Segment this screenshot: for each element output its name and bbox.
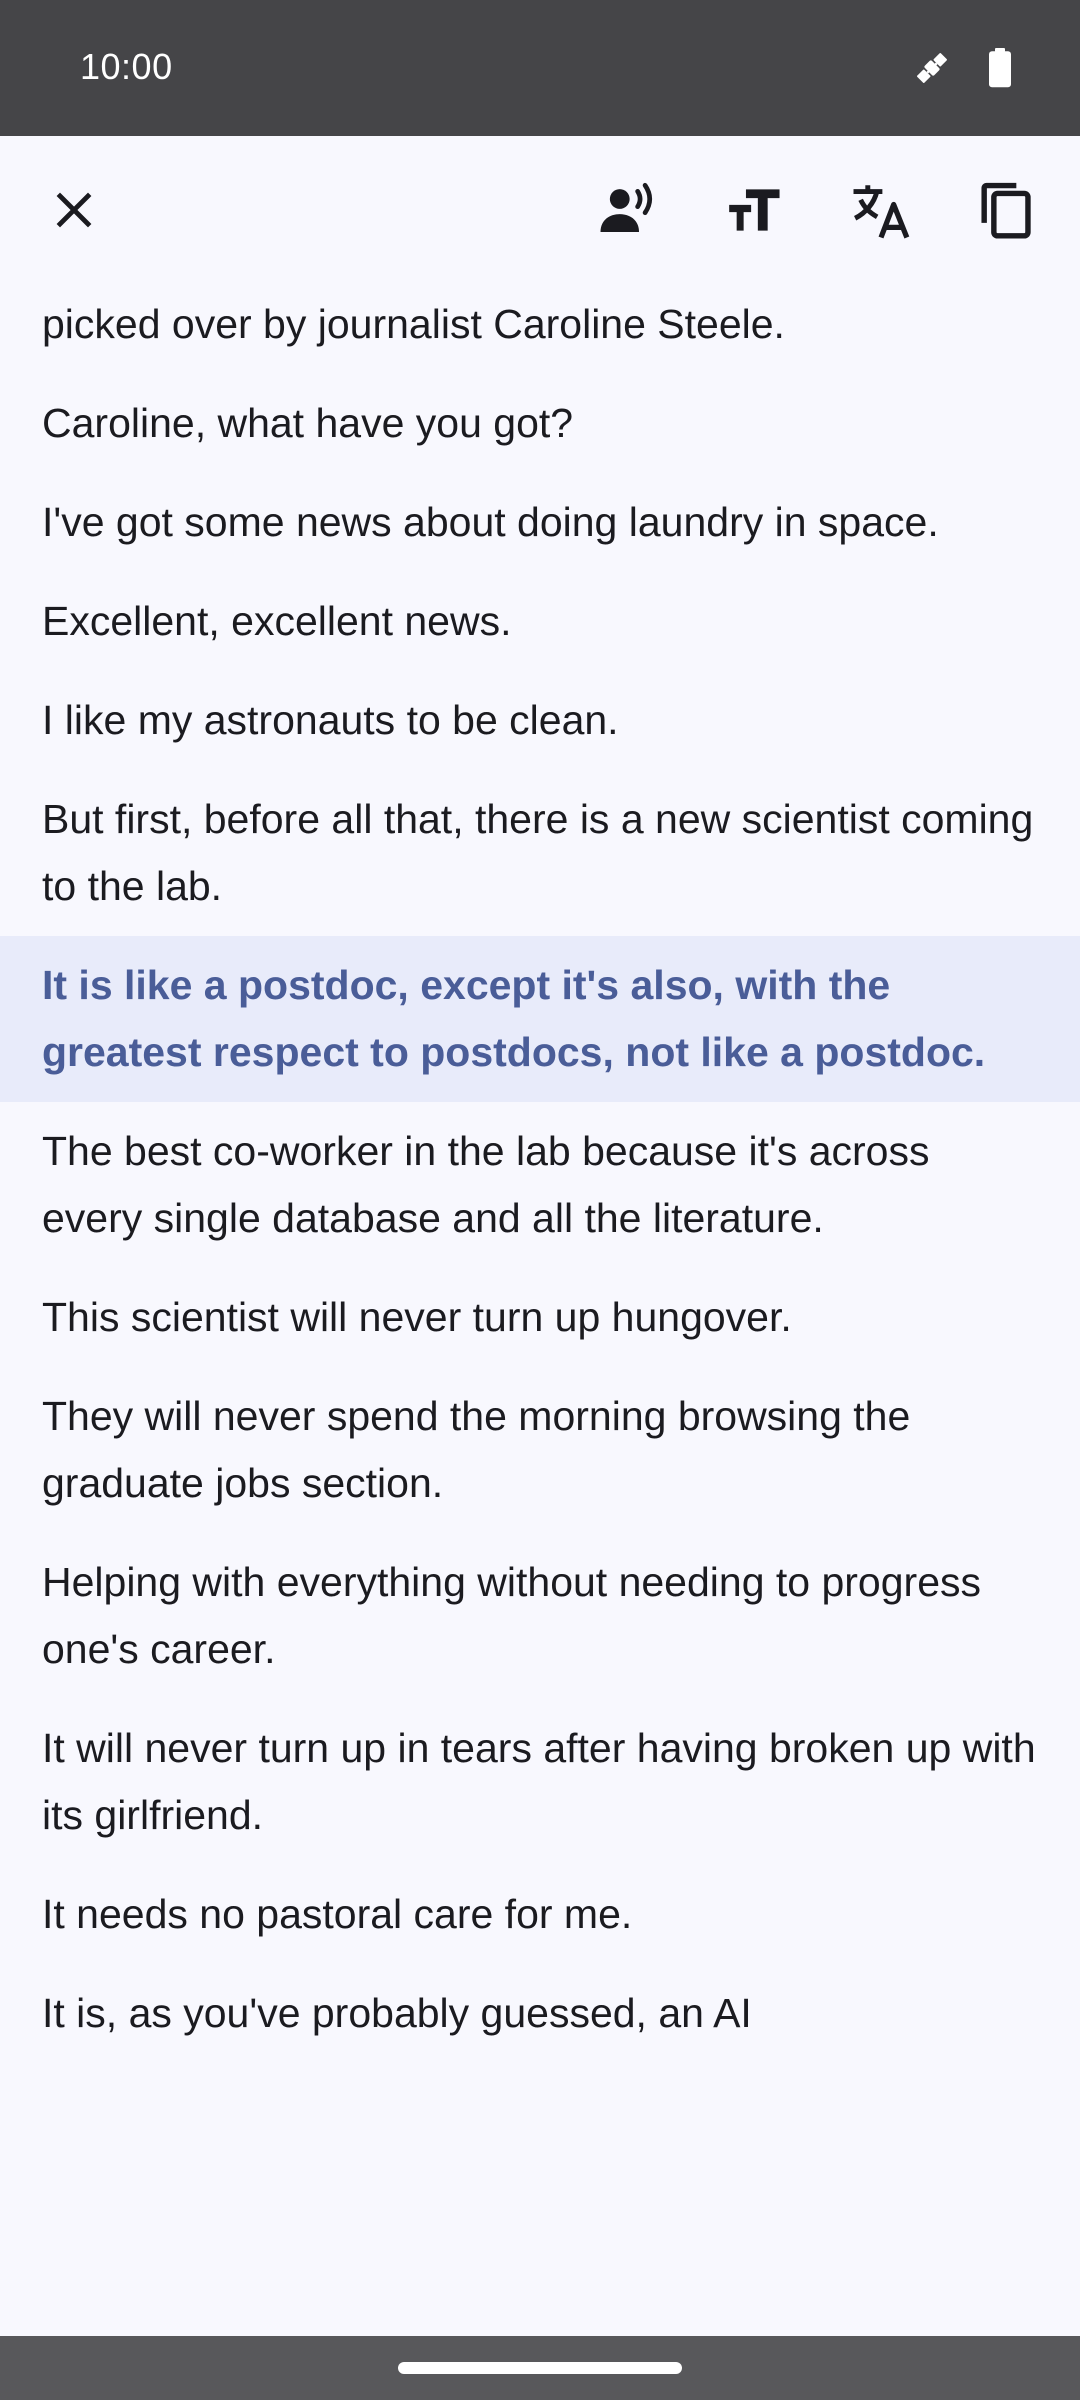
transcript-list: And we'll have the best of the fresh sci… (0, 284, 1080, 2079)
voice-read-aloud-icon (595, 177, 661, 243)
read-aloud-button[interactable] (582, 164, 674, 256)
transcript-paragraph: And we'll have the best of the fresh sci… (42, 301, 785, 347)
transcript-paragraph: The best co-worker in the lab because it… (42, 1128, 930, 1241)
transcript-paragraph: It is, as you've probably guessed, an AI (42, 1990, 752, 2036)
transcript-paragraph: It needs no pastoral care for me. (42, 1891, 633, 1937)
transcript-paragraph: Helping with everything without needing … (42, 1559, 981, 1672)
close-icon (50, 186, 98, 234)
text-size-icon (724, 179, 786, 241)
translate-icon (848, 177, 914, 243)
transcript-paragraph: I like my astronauts to be clean. (42, 697, 619, 743)
transcript-paragraph: But first, before all that, there is a n… (42, 796, 1034, 909)
close-button[interactable] (28, 164, 120, 256)
status-time: 10:00 (80, 46, 173, 87)
transcript-paragraph: This scientist will never turn up hungov… (42, 1294, 792, 1340)
transcript-paragraph: Caroline, what have you got? (42, 400, 574, 446)
transcript-paragraph: It will never turn up in tears after hav… (42, 1725, 1036, 1838)
satellite-icon (912, 48, 952, 88)
battery-icon (988, 48, 1012, 88)
status-bar: 10:00 (0, 0, 1080, 136)
transcript-scroll-area[interactable]: And we'll have the best of the fresh sci… (0, 284, 1080, 2336)
transcript-paragraph: Excellent, excellent news. (42, 598, 512, 644)
translate-button[interactable] (835, 164, 927, 256)
reader-toolbar (0, 136, 1080, 284)
text-size-button[interactable] (709, 164, 801, 256)
home-gesture-handle[interactable] (398, 2362, 682, 2374)
copy-icon (975, 179, 1037, 241)
status-icons (912, 48, 1012, 88)
navigation-bar (0, 2336, 1080, 2400)
copy-button[interactable] (960, 164, 1052, 256)
transcript-paragraph-current: It is like a postdoc, except it's also, … (0, 936, 1080, 1102)
transcript-paragraph: They will never spend the morning browsi… (42, 1393, 911, 1506)
transcript-paragraph: I've got some news about doing laundry i… (42, 499, 939, 545)
